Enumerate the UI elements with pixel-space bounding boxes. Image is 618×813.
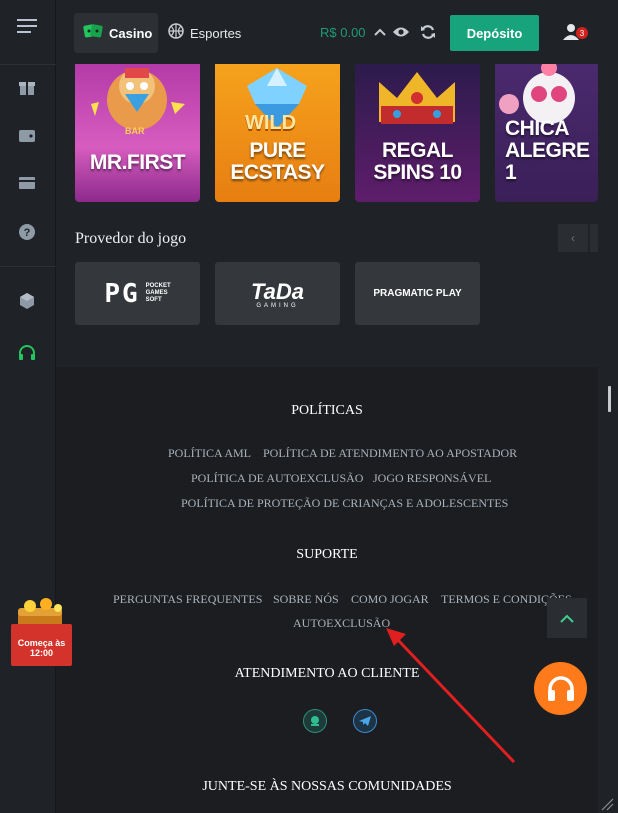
app-root: ? Casino Esportes R$ 0.00 Depósito 3 BAR… [0,0,618,813]
resize-grip-icon[interactable] [600,797,614,811]
annotation-arrow [386,628,516,764]
